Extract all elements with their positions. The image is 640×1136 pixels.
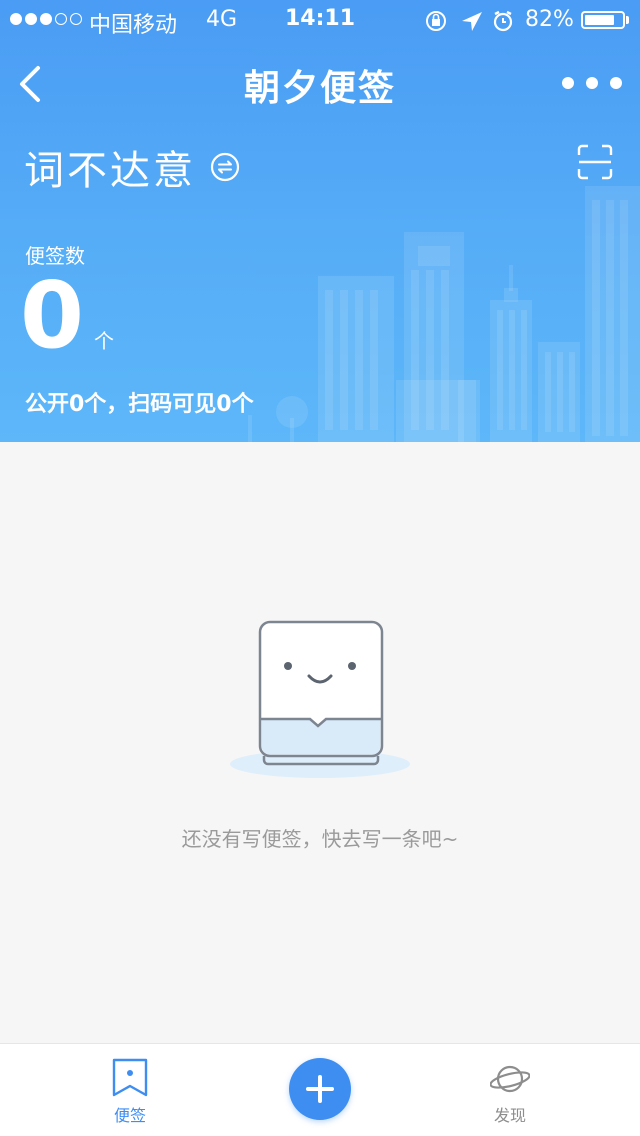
location-icon xyxy=(462,12,482,31)
back-button[interactable] xyxy=(14,60,54,108)
battery-icon xyxy=(581,11,625,29)
battery-percent: 82% xyxy=(525,7,574,32)
smiling-note-icon xyxy=(230,620,410,778)
scan-icon xyxy=(577,144,613,180)
note-count-unit: 个 xyxy=(94,329,115,353)
note-count-value: 0 xyxy=(20,262,85,369)
add-note-button[interactable] xyxy=(289,1058,351,1120)
note-count: 0 个 xyxy=(20,264,114,368)
alarm-icon xyxy=(493,10,513,32)
orientation-lock-icon xyxy=(426,11,446,31)
tab-discover[interactable]: 发现 xyxy=(450,1058,570,1126)
switch-account-icon xyxy=(210,152,240,182)
tab-notes[interactable]: 便签 xyxy=(70,1058,190,1126)
plus-icon xyxy=(306,1075,334,1103)
city-skyline-illustration xyxy=(248,186,640,442)
status-bar: 中国移动 4G 14:11 82% xyxy=(0,0,640,40)
profile-header: 中国移动 4G 14:11 82% 朝夕便签 词不达意 便签数 0 个 公开0个… xyxy=(0,0,640,442)
chevron-left-icon xyxy=(20,66,40,102)
tab-notes-label: 便签 xyxy=(113,1106,146,1125)
tab-bar: 便签 发现 xyxy=(0,1043,640,1136)
planet-icon xyxy=(490,1065,530,1093)
user-name: 词不达意 xyxy=(24,148,196,194)
app-screen: 中国移动 4G 14:11 82% 朝夕便签 词不达意 便签数 0 个 公开0个… xyxy=(0,0,640,1136)
bookmark-note-icon xyxy=(112,1058,148,1097)
more-button[interactable] xyxy=(562,70,622,96)
scan-button[interactable] xyxy=(577,144,613,180)
more-dots-icon xyxy=(562,77,574,89)
tab-discover-label: 发现 xyxy=(493,1106,526,1125)
status-icons xyxy=(426,10,513,32)
empty-state-message: 还没有写便签，快去写一条吧~ xyxy=(181,827,459,851)
user-switch-row[interactable]: 词不达意 xyxy=(24,138,240,196)
visibility-summary: 公开0个，扫码可见0个 xyxy=(25,392,254,417)
